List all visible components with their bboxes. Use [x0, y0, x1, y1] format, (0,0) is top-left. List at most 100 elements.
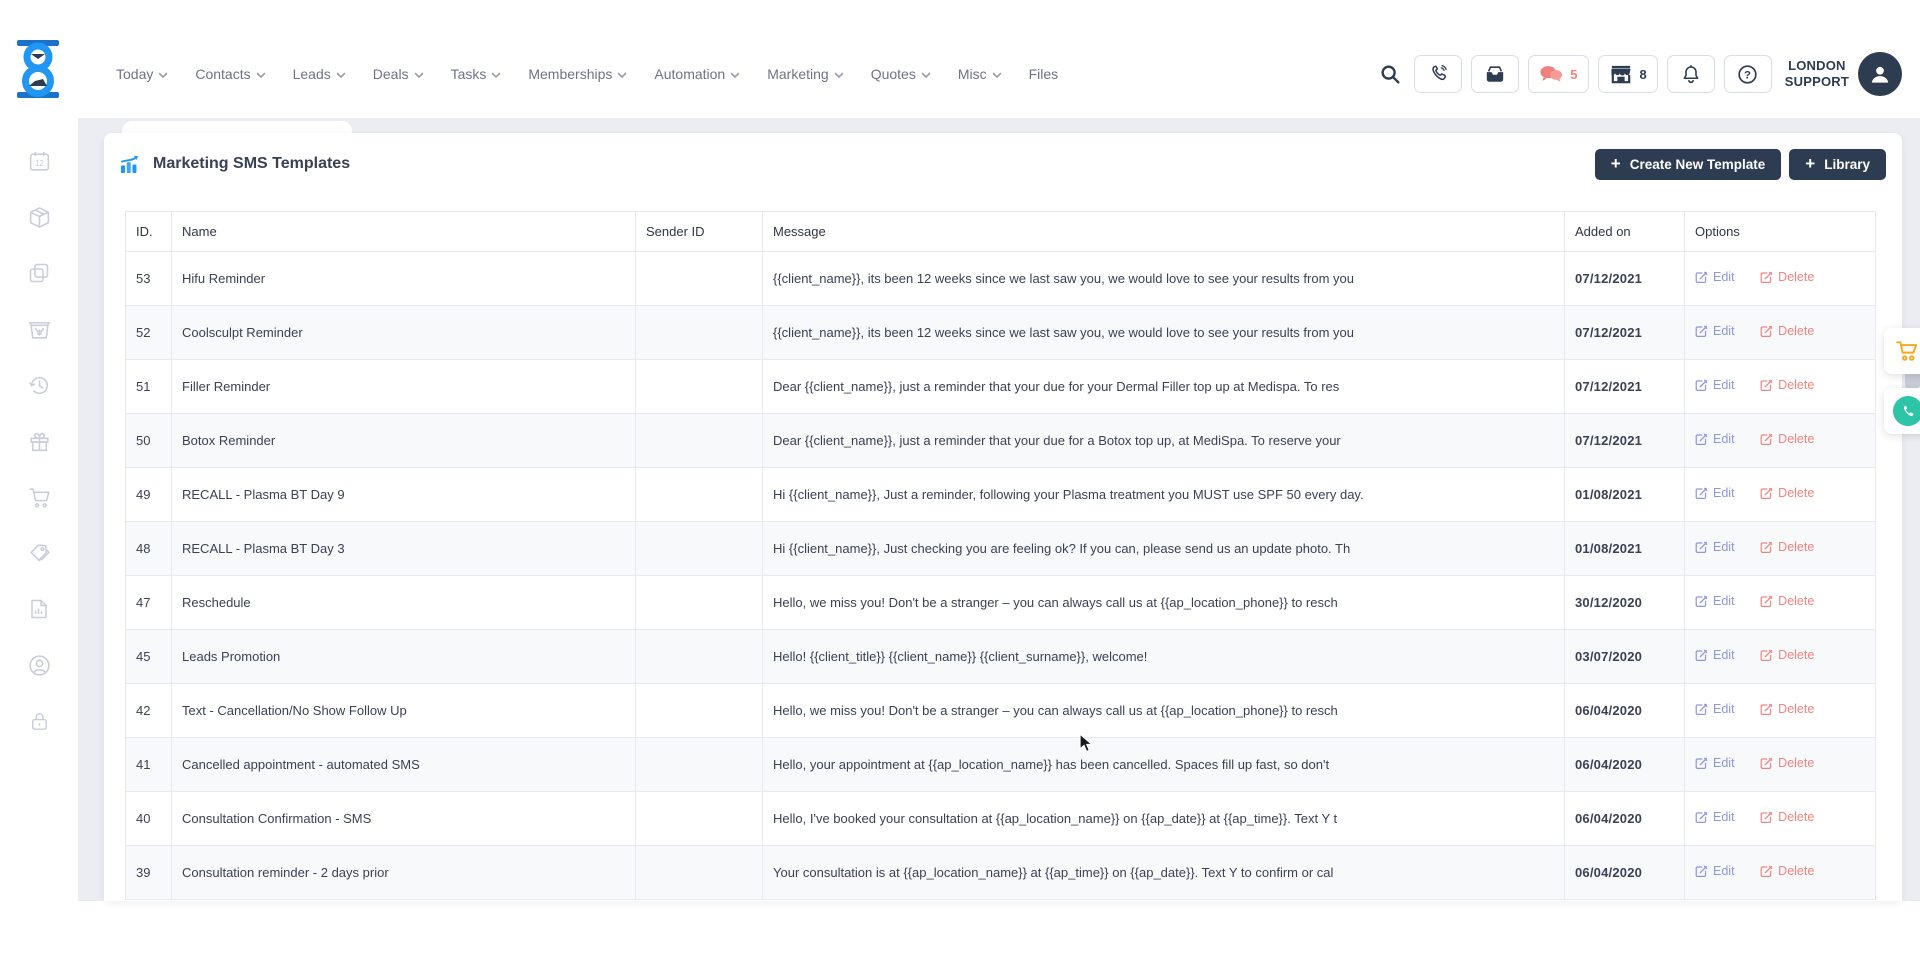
takeout-box-icon[interactable]: [26, 316, 52, 342]
edit-button[interactable]: Edit: [1695, 594, 1735, 608]
history-icon[interactable]: [26, 372, 52, 398]
create-new-template-label: Create New Template: [1630, 157, 1766, 172]
delete-button[interactable]: Delete: [1760, 486, 1814, 500]
delete-button[interactable]: Delete: [1760, 324, 1814, 338]
nav-item-today[interactable]: Today: [116, 66, 168, 82]
library-button[interactable]: + Library: [1789, 149, 1886, 180]
whatsapp-widget[interactable]: [1884, 388, 1920, 434]
cell-message: Hello, we miss you! Don't be a stranger …: [763, 684, 1565, 738]
top-bar: Today Contacts Leads Deals Tasks: [0, 0, 1920, 118]
cart-icon[interactable]: [26, 484, 52, 510]
cart-widget[interactable]: [1884, 328, 1920, 374]
delete-icon: [1760, 487, 1773, 500]
templates-card: Marketing SMS Templates + Create New Tem…: [104, 133, 1902, 901]
nav-item-automation[interactable]: Automation: [654, 66, 740, 82]
delete-button[interactable]: Delete: [1760, 594, 1814, 608]
page-title-group: Marketing SMS Templates: [120, 154, 350, 174]
chevron-down-icon: [730, 72, 740, 79]
delete-button[interactable]: Delete: [1760, 864, 1814, 878]
notifications-button[interactable]: [1667, 55, 1715, 93]
edit-button[interactable]: Edit: [1695, 756, 1735, 770]
table-row: 41 Cancelled appointment - automated SMS…: [126, 738, 1876, 792]
delete-label: Delete: [1778, 540, 1814, 554]
lock-icon[interactable]: [26, 708, 52, 734]
user-circle-icon[interactable]: [26, 652, 52, 678]
edit-button[interactable]: Edit: [1695, 486, 1735, 500]
cart-orange-icon: [1895, 339, 1920, 363]
cell-message: Hello, I've booked your consultation at …: [763, 792, 1565, 846]
cell-message: {{client_name}}, its been 12 weeks since…: [763, 306, 1565, 360]
delete-button[interactable]: Delete: [1760, 270, 1814, 284]
edit-button[interactable]: Edit: [1695, 324, 1735, 338]
plus-icon: +: [1611, 155, 1621, 172]
delete-icon: [1760, 325, 1773, 338]
delete-label: Delete: [1778, 756, 1814, 770]
package-icon[interactable]: [26, 204, 52, 230]
cell-options: Edit Delete: [1685, 792, 1876, 846]
account-name-line2: SUPPORT: [1785, 74, 1849, 90]
tags-icon[interactable]: [26, 540, 52, 566]
cell-options: Edit Delete: [1685, 252, 1876, 306]
edit-button[interactable]: Edit: [1695, 432, 1735, 446]
delete-button[interactable]: Delete: [1760, 810, 1814, 824]
phone-button[interactable]: [1414, 55, 1462, 93]
chevron-down-icon: [336, 72, 346, 79]
help-button[interactable]: ?: [1724, 55, 1772, 93]
cell-sender-id: [636, 684, 763, 738]
report-icon[interactable]: [26, 596, 52, 622]
chevron-down-icon: [921, 72, 931, 79]
edit-button[interactable]: Edit: [1695, 378, 1735, 392]
cell-name: RECALL - Plasma BT Day 3: [172, 522, 636, 576]
cell-message: Hello, we miss you! Don't be a stranger …: [763, 576, 1565, 630]
col-header-options: Options: [1685, 212, 1876, 252]
delete-button[interactable]: Delete: [1760, 702, 1814, 716]
table-row: 45 Leads Promotion Hello! {{client_title…: [126, 630, 1876, 684]
gift-icon[interactable]: [26, 428, 52, 454]
nav-item-files[interactable]: Files: [1029, 66, 1059, 82]
store-button[interactable]: 8: [1598, 55, 1658, 93]
delete-icon: [1760, 811, 1773, 824]
nav-item-misc[interactable]: Misc: [958, 66, 1002, 82]
cell-options: Edit Delete: [1685, 414, 1876, 468]
nav-item-deals[interactable]: Deals: [373, 66, 424, 82]
delete-label: Delete: [1778, 810, 1814, 824]
edit-button[interactable]: Edit: [1695, 810, 1735, 824]
col-header-message: Message: [763, 212, 1565, 252]
cell-sender-id: [636, 738, 763, 792]
nav-item-contacts[interactable]: Contacts: [195, 66, 265, 82]
create-new-template-button[interactable]: + Create New Template: [1595, 149, 1782, 180]
copy-icon[interactable]: [26, 260, 52, 286]
nav-item-marketing[interactable]: Marketing: [767, 66, 843, 82]
delete-button[interactable]: Delete: [1760, 756, 1814, 770]
cell-id: 39: [126, 846, 172, 900]
account-name-line1: LONDON: [1785, 58, 1849, 74]
delete-button[interactable]: Delete: [1760, 648, 1814, 662]
delete-button[interactable]: Delete: [1760, 540, 1814, 554]
search-icon[interactable]: [1375, 59, 1405, 89]
nav-item-leads[interactable]: Leads: [293, 66, 346, 82]
edit-button[interactable]: Edit: [1695, 648, 1735, 662]
edit-button[interactable]: Edit: [1695, 864, 1735, 878]
store-icon: [1609, 64, 1633, 84]
edit-icon: [1695, 325, 1708, 338]
edit-button[interactable]: Edit: [1695, 270, 1735, 284]
nav-item-quotes[interactable]: Quotes: [871, 66, 931, 82]
nav-item-memberships[interactable]: Memberships: [528, 66, 627, 82]
edit-button[interactable]: Edit: [1695, 702, 1735, 716]
table-row: 47 Reschedule Hello, we miss you! Don't …: [126, 576, 1876, 630]
edit-button[interactable]: Edit: [1695, 540, 1735, 554]
delete-button[interactable]: Delete: [1760, 432, 1814, 446]
nav-item-tasks[interactable]: Tasks: [451, 66, 502, 82]
avatar[interactable]: [1858, 52, 1902, 96]
nav-item-label: Automation: [654, 66, 725, 82]
delete-button[interactable]: Delete: [1760, 378, 1814, 392]
hourglass-logo[interactable]: [12, 38, 64, 100]
inbox-button[interactable]: [1471, 55, 1519, 93]
calendar-icon[interactable]: 12: [26, 148, 52, 174]
chat-button[interactable]: 5: [1528, 55, 1588, 93]
edit-label: Edit: [1713, 378, 1735, 392]
edit-label: Edit: [1713, 486, 1735, 500]
cell-added-on: 06/04/2020: [1565, 684, 1685, 738]
chevron-down-icon: [617, 72, 627, 79]
edit-icon: [1695, 757, 1708, 770]
